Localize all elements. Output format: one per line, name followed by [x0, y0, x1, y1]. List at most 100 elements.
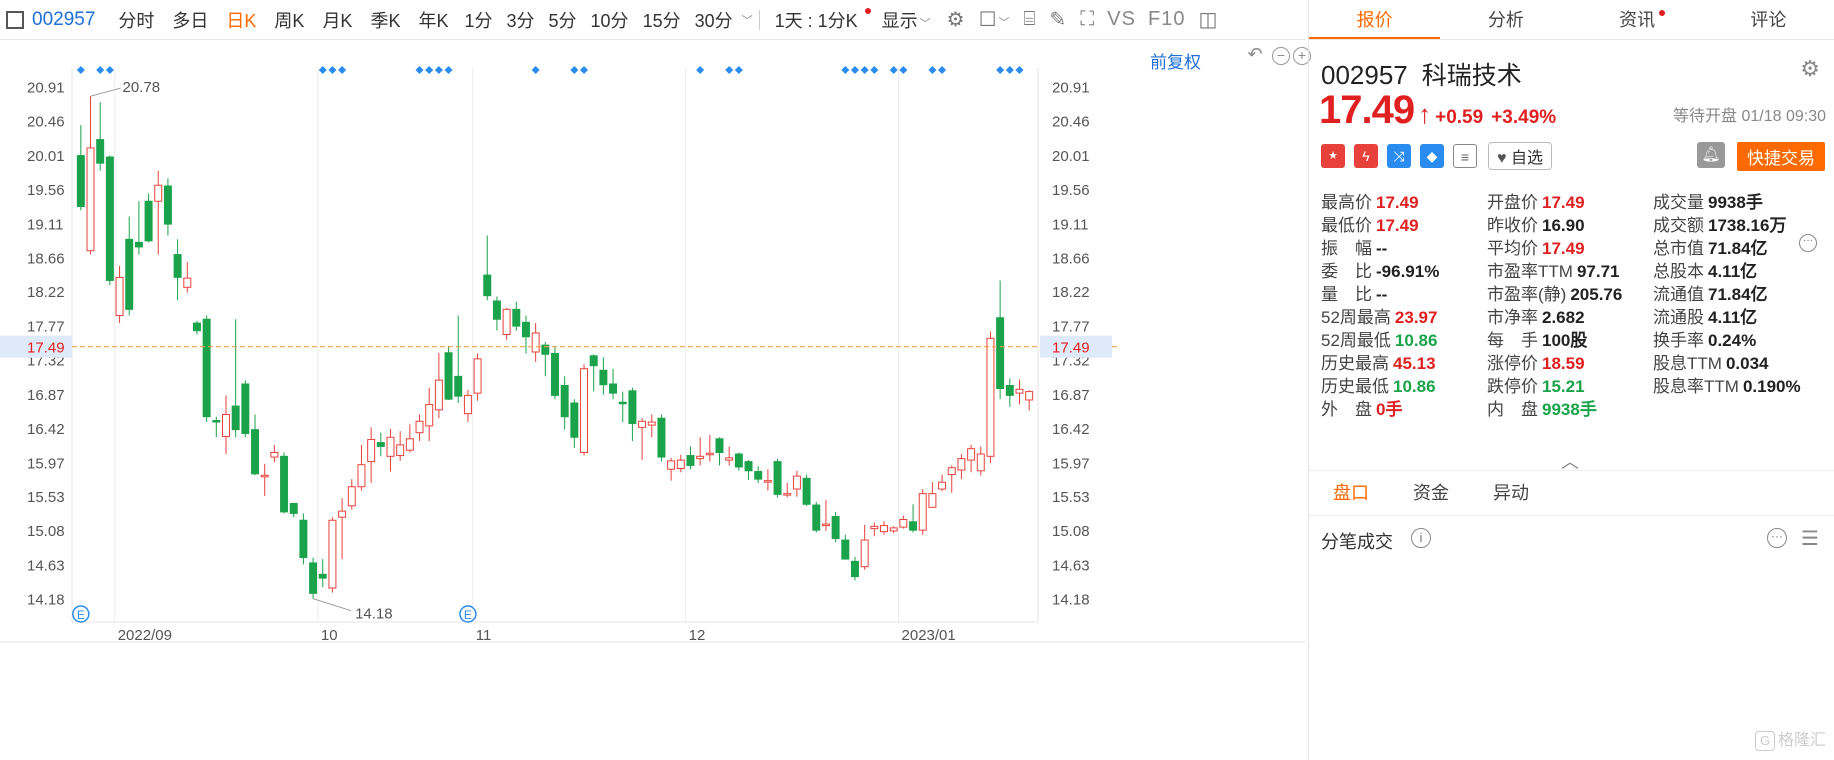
- chevron-down-icon[interactable]: ﹀: [742, 12, 753, 28]
- candle: [589, 354, 598, 392]
- candle: [299, 513, 308, 565]
- stat-cell: 市盈率(静) 205.76: [1487, 280, 1622, 305]
- period-tab[interactable]: 10分: [584, 7, 636, 33]
- candle-body: [744, 461, 753, 472]
- tab-fund-flow[interactable]: 资金: [1401, 471, 1461, 515]
- candle-body: [976, 453, 985, 472]
- period-tab[interactable]: 5分: [542, 7, 584, 33]
- panel-tabs: 报价 分析 资讯 评论: [1309, 0, 1834, 40]
- fuquan-button[interactable]: 前复权: [1150, 48, 1201, 73]
- stat-cell: 最高价 17.49: [1321, 188, 1419, 213]
- lightning-icon[interactable]: ϟ: [1354, 144, 1378, 168]
- shuffle-icon[interactable]: ⤨: [1387, 144, 1411, 168]
- compare-button[interactable]: VS: [1101, 8, 1142, 31]
- list-icon[interactable]: ☰: [1801, 526, 1819, 551]
- event-diamond-icon: [580, 66, 589, 74]
- stat-label: 平均价: [1487, 239, 1538, 258]
- event-diamond-icon: [696, 66, 705, 74]
- stat-label: 昨收价: [1487, 216, 1538, 235]
- stats-grid: 最高价 17.49 开盘价 17.49 成交量 9938手 最低价 17.49 昨收价 16.90…: [1321, 188, 1831, 428]
- y-tick-label-left: 18.22: [27, 284, 65, 301]
- tab-analysis[interactable]: 分析: [1440, 0, 1571, 39]
- fullscreen-icon[interactable]: ⛶: [1073, 8, 1101, 31]
- stat-cell: 跌停价 15.21: [1487, 372, 1585, 397]
- stat-label: 内 盘: [1487, 400, 1538, 419]
- candle-body: [1025, 391, 1034, 401]
- candle: [609, 368, 618, 400]
- kline-chart[interactable]: 20.91 20.91 20.46 20.46 20.01 20.01 19.56 19.56…: [0, 40, 1311, 760]
- tab-quote[interactable]: 报价: [1309, 0, 1441, 39]
- more-icon[interactable]: ···: [1799, 234, 1817, 252]
- camera-icon[interactable]: ⌸: [1017, 8, 1043, 31]
- sidebar-toggle-icon[interactable]: [6, 10, 24, 29]
- panel-toggle-icon[interactable]: ◫: [1191, 7, 1224, 32]
- tab-comments[interactable]: 评论: [1703, 0, 1834, 39]
- candle-body: [870, 525, 879, 530]
- candle-body: [918, 493, 927, 531]
- f10-button[interactable]: F10: [1142, 8, 1191, 31]
- quote-panel: 报价 分析 资讯 评论 002957 科瑞技术 ⚙ 17.49 ↑ +0.59 +…: [1308, 0, 1834, 760]
- x-tick-label: 11: [476, 627, 492, 644]
- period-tab[interactable]: 周K: [265, 7, 313, 33]
- stat-cell: 成交额 1738.16万: [1653, 211, 1786, 236]
- candle-body: [357, 464, 366, 488]
- candle-body: [521, 321, 530, 338]
- undo-icon[interactable]: ↶: [1246, 45, 1264, 65]
- candle-body: [909, 521, 918, 531]
- tag-icon[interactable]: ◆: [1420, 144, 1444, 168]
- display-menu[interactable]: 显示 ﹀: [873, 7, 940, 33]
- candle: [241, 380, 250, 438]
- period-tab[interactable]: 分时: [109, 7, 163, 33]
- candle-body: [289, 503, 298, 514]
- event-diamond-icon: [570, 66, 579, 74]
- china-flag-icon[interactable]: ★: [1321, 144, 1345, 168]
- stat-value: 17.49: [1542, 239, 1585, 258]
- candle-body: [386, 436, 395, 457]
- period-tab[interactable]: 月K: [313, 7, 361, 33]
- tab-news[interactable]: 资讯: [1572, 0, 1703, 39]
- candle: [105, 155, 114, 285]
- range-selector[interactable]: 1天 : 1分K: [766, 7, 867, 33]
- gear-icon[interactable]: ⚙: [1800, 56, 1820, 82]
- tab-orderbook[interactable]: 盘口: [1321, 471, 1381, 515]
- y-tick-label-left: 18.66: [27, 251, 65, 268]
- period-tab[interactable]: 1分: [457, 7, 499, 33]
- period-tab[interactable]: 15分: [636, 7, 688, 33]
- current-price-tag-left: 17.49: [27, 340, 65, 357]
- event-diamond-icon: [734, 66, 743, 74]
- stock-app: 002957 分时 多日 日K 周K 月K 季K 年K 1分 3分 5分 10分 15分 30分 ﹀ 1…: [0, 0, 1834, 760]
- kline-svg[interactable]: 20.91 20.91 20.46 20.46 20.01 20.01 19.56 19.56…: [0, 40, 1306, 760]
- candle-body: [425, 404, 434, 427]
- period-tab[interactable]: 季K: [361, 7, 409, 33]
- stat-value: 18.59: [1542, 354, 1585, 373]
- y-tick-label-left: 14.18: [27, 592, 65, 609]
- period-tab[interactable]: 日K: [217, 7, 265, 33]
- tab-movement[interactable]: 异动: [1481, 471, 1541, 515]
- period-tab[interactable]: 多日: [163, 7, 217, 33]
- period-tab[interactable]: 3分: [500, 7, 542, 33]
- candle: [947, 465, 956, 493]
- square-tool-icon[interactable]: ☐ ﹀: [972, 7, 1017, 32]
- candle-body: [328, 519, 337, 589]
- bell-icon[interactable]: 🔔︎: [1697, 142, 1725, 168]
- candle: [938, 474, 947, 492]
- pencil-icon[interactable]: ✎: [1043, 7, 1074, 32]
- info-icon[interactable]: i: [1411, 528, 1431, 548]
- zoom-out-icon[interactable]: −: [1272, 47, 1290, 65]
- candle: [144, 193, 153, 243]
- quick-trade-button[interactable]: 快捷交易: [1737, 142, 1825, 171]
- add-watchlist-button[interactable]: ♥ 自选: [1488, 142, 1552, 170]
- stock-code-label[interactable]: 002957: [32, 9, 95, 31]
- y-tick-label-left: 15.97: [27, 455, 65, 472]
- x-tick-label: 12: [689, 627, 706, 644]
- period-tab[interactable]: 30分: [688, 7, 740, 33]
- candle-body: [270, 451, 279, 458]
- gear-icon[interactable]: ⚙: [940, 7, 972, 32]
- period-tab[interactable]: 年K: [409, 7, 457, 33]
- candle-body: [231, 405, 240, 431]
- candle-body: [841, 539, 850, 560]
- candle-body: [173, 254, 182, 278]
- event-diamond-icon: [415, 66, 424, 74]
- more-icon[interactable]: ···: [1767, 528, 1787, 548]
- document-icon[interactable]: ≡: [1453, 144, 1477, 168]
